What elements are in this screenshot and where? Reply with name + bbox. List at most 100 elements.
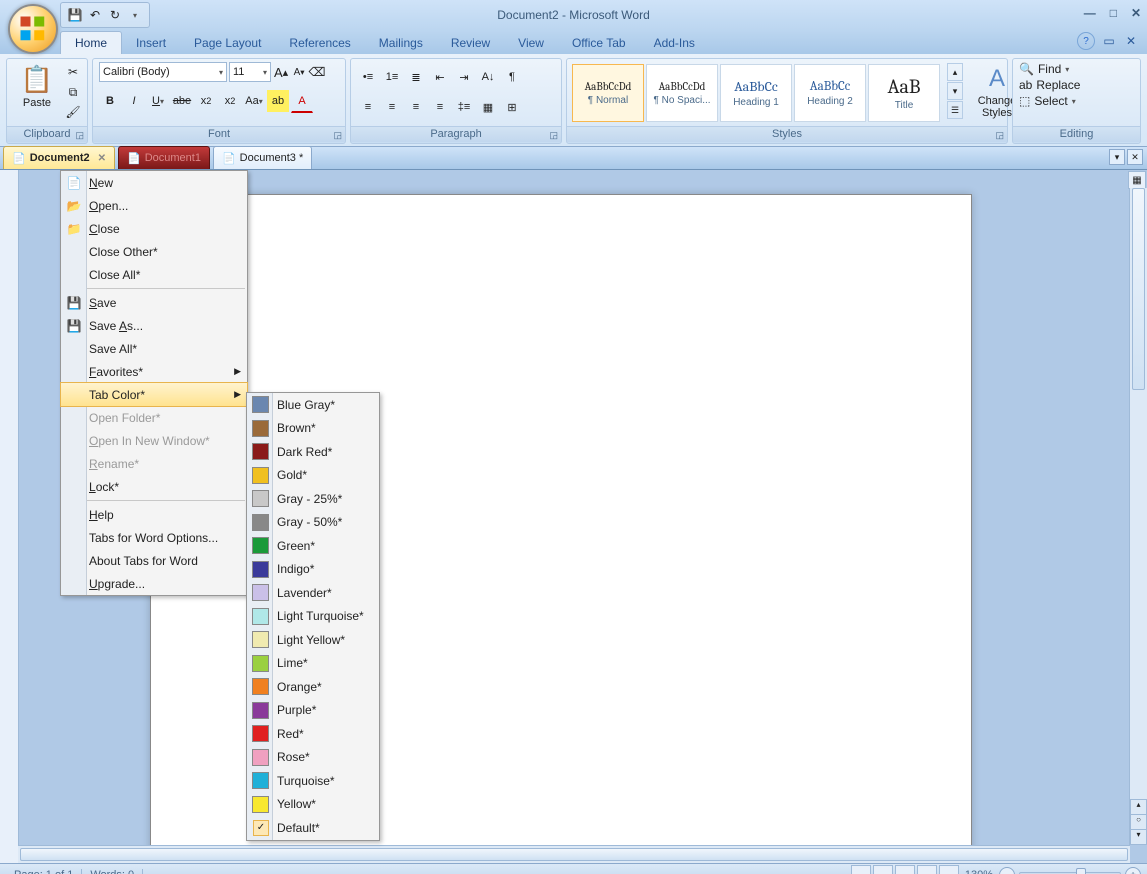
subscript-button[interactable]: x2: [195, 90, 217, 112]
font-size-select[interactable]: 11▾: [229, 62, 271, 82]
strike-button[interactable]: abe: [171, 90, 193, 112]
ribbon-tab-mailings[interactable]: Mailings: [365, 32, 437, 54]
borders-button[interactable]: ⊞: [501, 96, 523, 118]
zoom-level[interactable]: 130%: [965, 869, 993, 874]
color-item-turquoise[interactable]: Turquoise*: [247, 769, 379, 793]
italic-button[interactable]: I: [123, 90, 145, 112]
menu-item-close-all[interactable]: Close All*: [61, 263, 247, 286]
font-name-select[interactable]: Calibri (Body)▾: [99, 62, 227, 82]
ribbon-tab-view[interactable]: View: [504, 32, 558, 54]
style-no-spacing[interactable]: AaBbCcDd¶ No Spaci...: [646, 64, 718, 122]
styles-launcher-icon[interactable]: ◲: [995, 130, 1004, 141]
browse-object-icon[interactable]: ○: [1130, 814, 1147, 830]
shading-button[interactable]: ▦: [477, 96, 499, 118]
zoom-in-button[interactable]: +: [1125, 867, 1141, 874]
color-item-red[interactable]: Red*: [247, 722, 379, 746]
browse-up-icon[interactable]: ▴: [1130, 799, 1147, 815]
menu-item-save-as[interactable]: 💾Save As...: [61, 314, 247, 337]
color-item-green[interactable]: Green*: [247, 534, 379, 558]
find-button[interactable]: 🔍Find▾: [1019, 62, 1069, 76]
styles-expand-icon[interactable]: ☰: [947, 101, 963, 119]
browse-down-icon[interactable]: ▾: [1130, 829, 1147, 845]
minimize-ribbon-icon[interactable]: ▭: [1101, 33, 1117, 49]
ribbon-tab-add-ins[interactable]: Add-Ins: [640, 32, 709, 54]
web-layout-view[interactable]: [895, 865, 915, 874]
menu-item-tab-color[interactable]: Tab Color*▶: [60, 382, 248, 407]
menu-item-close-other[interactable]: Close Other*: [61, 240, 247, 263]
styles-down-icon[interactable]: ▾: [947, 82, 963, 100]
status-words[interactable]: Words: 0: [82, 869, 143, 874]
color-item-brown[interactable]: Brown*: [247, 417, 379, 441]
doc-tab-document1[interactable]: 📄 Document1: [118, 146, 210, 169]
print-layout-view[interactable]: [851, 865, 871, 874]
paste-button[interactable]: 📋 Paste: [13, 62, 61, 130]
color-item-gray[interactable]: Gray - 25%*: [247, 487, 379, 511]
style-heading1[interactable]: AaBbCcHeading 1: [720, 64, 792, 122]
font-color-button[interactable]: A: [291, 90, 313, 113]
doc-tab-document3[interactable]: 📄 Document3 *: [213, 146, 312, 169]
grow-font-icon[interactable]: A▴: [273, 64, 289, 80]
menu-item-tabs-for-word-options[interactable]: Tabs for Word Options...: [61, 526, 247, 549]
ribbon-tab-page-layout[interactable]: Page Layout: [180, 32, 275, 54]
zoom-out-button[interactable]: −: [999, 867, 1015, 874]
copy-icon[interactable]: ⧉: [65, 84, 81, 100]
clear-format-icon[interactable]: ⌫: [309, 64, 325, 80]
style-heading2[interactable]: AaBbCcHeading 2: [794, 64, 866, 122]
format-painter-icon[interactable]: 🖌: [65, 104, 81, 120]
clipboard-launcher-icon[interactable]: ◲: [75, 130, 84, 141]
vertical-scrollbar[interactable]: [1129, 188, 1147, 845]
ribbon-tab-home[interactable]: Home: [60, 31, 122, 54]
menu-item-help[interactable]: Help: [61, 503, 247, 526]
align-left-button[interactable]: ≡: [357, 96, 379, 118]
cut-icon[interactable]: ✂: [65, 64, 81, 80]
bold-button[interactable]: B: [99, 90, 121, 112]
color-item-purple[interactable]: Purple*: [247, 699, 379, 723]
close-button[interactable]: ✕: [1131, 6, 1141, 20]
draft-view[interactable]: [939, 865, 959, 874]
paragraph-launcher-icon[interactable]: ◲: [549, 130, 558, 141]
show-marks-button[interactable]: ¶: [501, 66, 523, 88]
shrink-font-icon[interactable]: A▾: [291, 64, 307, 80]
color-item-gray[interactable]: Gray - 50%*: [247, 511, 379, 535]
tab-list-dropdown[interactable]: ▾: [1109, 149, 1125, 165]
minimize-button[interactable]: —: [1084, 6, 1096, 20]
menu-item-about-tabs-for-word[interactable]: About Tabs for Word: [61, 549, 247, 572]
color-item-light-yellow[interactable]: Light Yellow*: [247, 628, 379, 652]
style-normal[interactable]: AaBbCcDd¶ Normal: [572, 64, 644, 122]
ribbon-tab-office-tab[interactable]: Office Tab: [558, 32, 640, 54]
justify-button[interactable]: ≡: [429, 96, 451, 118]
select-button[interactable]: ⬚Select▾: [1019, 94, 1076, 108]
indent-left-button[interactable]: ⇤: [429, 66, 451, 88]
color-item-rose[interactable]: Rose*: [247, 746, 379, 770]
superscript-button[interactable]: x2: [219, 90, 241, 112]
color-item-gold[interactable]: Gold*: [247, 464, 379, 488]
color-item-orange[interactable]: Orange*: [247, 675, 379, 699]
menu-item-save-all[interactable]: Save All*: [61, 337, 247, 360]
style-title[interactable]: AaBTitle: [868, 64, 940, 122]
styles-up-icon[interactable]: ▴: [947, 63, 963, 81]
menu-item-upgrade[interactable]: Upgrade...: [61, 572, 247, 595]
tab-close-all[interactable]: ✕: [1127, 149, 1143, 165]
color-item-default[interactable]: ✓Default*: [247, 816, 379, 840]
bullets-button[interactable]: •≡: [357, 66, 379, 88]
indent-right-button[interactable]: ⇥: [453, 66, 475, 88]
status-page[interactable]: Page: 1 of 1: [6, 869, 82, 874]
multilevel-button[interactable]: ≣: [405, 66, 427, 88]
align-center-button[interactable]: ≡: [381, 96, 403, 118]
office-button[interactable]: [8, 4, 58, 54]
color-item-lavender[interactable]: Lavender*: [247, 581, 379, 605]
horizontal-scrollbar[interactable]: [18, 845, 1130, 863]
color-item-indigo[interactable]: Indigo*: [247, 558, 379, 582]
menu-item-favorites[interactable]: Favorites*▶: [61, 360, 247, 383]
doc-tab-document2[interactable]: 📄 Document2 ✕: [3, 146, 115, 169]
ribbon-tab-references[interactable]: References: [275, 32, 364, 54]
font-launcher-icon[interactable]: ◲: [333, 130, 342, 141]
replace-button[interactable]: abReplace: [1019, 78, 1080, 92]
change-case-button[interactable]: Aa▾: [243, 90, 265, 112]
highlight-button[interactable]: ab: [267, 90, 289, 112]
sort-button[interactable]: A↓: [477, 66, 499, 88]
menu-item-close[interactable]: 📁Close: [61, 217, 247, 240]
color-item-blue-gray[interactable]: Blue Gray*: [247, 393, 379, 417]
ruler-toggle[interactable]: ▦: [1128, 171, 1146, 189]
line-spacing-button[interactable]: ‡≡: [453, 96, 475, 118]
